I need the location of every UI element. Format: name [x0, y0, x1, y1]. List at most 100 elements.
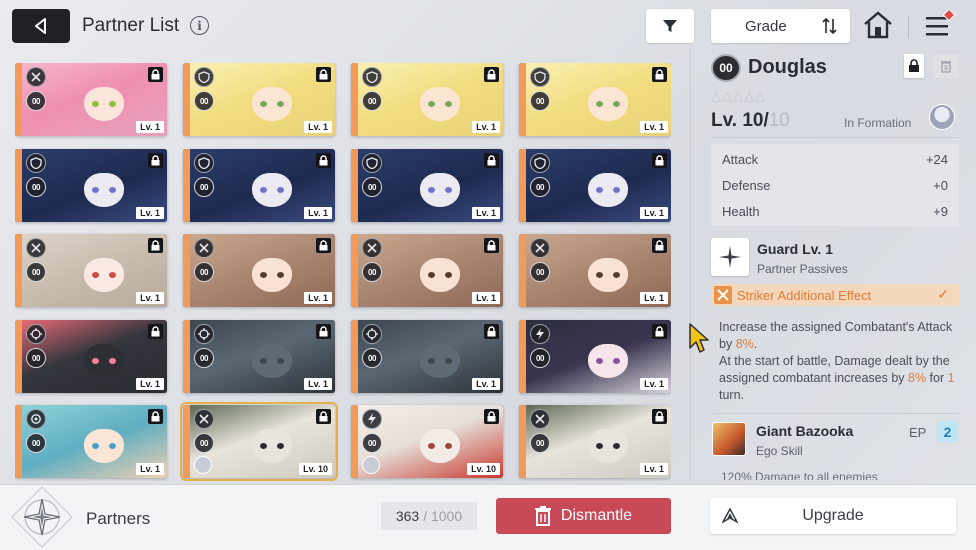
partner-card[interactable]: 00 Lv. 1	[183, 63, 335, 136]
rarity-stripe	[15, 63, 22, 136]
partner-card[interactable]: 00 Lv. 1	[519, 320, 671, 393]
partner-card[interactable]: 00 Lv. 1	[183, 234, 335, 307]
partner-type-icon: 00	[530, 91, 550, 111]
lock-icon[interactable]	[148, 153, 163, 168]
defender-class-icon	[530, 67, 550, 87]
defender-class-icon	[362, 67, 382, 87]
lock-icon[interactable]	[484, 324, 499, 339]
caster-class-icon	[362, 409, 382, 429]
partner-card[interactable]: 00 Lv. 10	[180, 402, 338, 481]
partner-card[interactable]: 00 Lv. 1	[351, 320, 503, 393]
striker-class-icon	[530, 238, 550, 258]
hamburger-menu-icon	[926, 8, 956, 36]
partner-card[interactable]: 00 Lv. 1	[519, 149, 671, 222]
lock-icon[interactable]	[652, 324, 667, 339]
striker-class-icon	[194, 238, 214, 258]
desc-text: Increase the assigned Combatant's Attack…	[719, 320, 953, 351]
lock-icon[interactable]	[148, 67, 163, 82]
home-icon	[864, 11, 892, 39]
striker-class-icon	[362, 238, 382, 258]
lock-icon[interactable]	[316, 67, 331, 82]
info-icon[interactable]: i	[190, 16, 209, 35]
dismantle-button[interactable]: Dismantle	[496, 498, 671, 534]
lock-icon[interactable]	[316, 409, 331, 424]
ranger-class-icon	[26, 324, 46, 344]
lock-icon[interactable]	[484, 238, 499, 253]
partner-type-icon: 00	[362, 91, 382, 111]
back-button[interactable]	[12, 9, 70, 43]
stat-value: +0	[933, 178, 948, 193]
dismantle-label: Dismantle	[560, 507, 633, 524]
striker-class-icon	[26, 238, 46, 258]
compass-emblem-icon	[11, 486, 73, 548]
filter-button[interactable]	[646, 9, 694, 43]
ep-value: 2	[937, 421, 958, 442]
upgrade-arrow-icon	[722, 508, 738, 524]
partner-card[interactable]: 00 Lv. 1	[519, 405, 671, 478]
partner-card[interactable]: 00 Lv. 1	[351, 234, 503, 307]
partner-card[interactable]: 00 Lv. 1	[15, 405, 167, 478]
card-level: Lv. 1	[136, 207, 164, 219]
partner-card[interactable]: 00 Lv. 1	[519, 234, 671, 307]
lock-icon[interactable]	[148, 324, 163, 339]
lock-icon[interactable]	[316, 153, 331, 168]
partner-card[interactable]: 00 Lv. 10	[351, 405, 503, 478]
passive-skill-icon[interactable]	[711, 238, 749, 276]
partner-card[interactable]: 00 Lv. 1	[351, 63, 503, 136]
ep-label: EP	[909, 425, 927, 440]
ego-skill-icon[interactable]	[712, 422, 746, 456]
lock-icon[interactable]	[484, 153, 499, 168]
sort-grade-button[interactable]: Grade	[711, 9, 850, 43]
lock-icon[interactable]	[148, 238, 163, 253]
card-level: Lv. 1	[472, 378, 500, 390]
partner-card[interactable]: 00 Lv. 1	[183, 149, 335, 222]
lock-icon[interactable]	[484, 409, 499, 424]
partner-card[interactable]: 00 Lv. 1	[183, 320, 335, 393]
partner-card[interactable]: 00 Lv. 1	[15, 234, 167, 307]
lock-icon[interactable]	[316, 238, 331, 253]
card-level: Lv. 1	[304, 121, 332, 133]
lock-button[interactable]	[904, 54, 924, 78]
partner-detail-panel: 00 Douglas △△△△△ Lv. 10/10 In Formation …	[690, 48, 976, 480]
rarity-stripe	[351, 149, 358, 222]
formation-label: In Formation	[844, 116, 912, 130]
sort-order-icon[interactable]	[820, 16, 840, 36]
partner-card[interactable]: 00 Lv. 1	[351, 149, 503, 222]
passive-description: Increase the assigned Combatant's Attack…	[719, 320, 955, 402]
card-level: Lv. 1	[136, 378, 164, 390]
filter-icon	[663, 20, 677, 32]
lock-icon[interactable]	[652, 238, 667, 253]
partner-card[interactable]: 00 Lv. 1	[519, 63, 671, 136]
lock-icon[interactable]	[316, 324, 331, 339]
lock-icon[interactable]	[148, 409, 163, 424]
grade-label: Grade	[745, 18, 787, 35]
lock-icon[interactable]	[652, 67, 667, 82]
rarity-stripe	[15, 320, 22, 393]
delete-button[interactable]	[933, 54, 959, 78]
partner-name: Douglas	[748, 56, 827, 78]
star-burst-icon	[719, 246, 741, 268]
striker-class-icon	[530, 409, 550, 429]
home-button[interactable]	[862, 10, 898, 42]
page-title: Partner List	[82, 15, 180, 36]
upgrade-button[interactable]: Upgrade	[710, 498, 956, 534]
stat-defense: Defense +0	[722, 178, 948, 193]
card-level: Lv. 10	[467, 463, 500, 475]
rarity-stripe	[15, 234, 22, 307]
menu-button[interactable]	[922, 8, 958, 42]
support-class-icon	[26, 409, 46, 429]
trash-icon	[534, 506, 551, 526]
stat-value: +9	[933, 204, 948, 219]
lock-icon[interactable]	[484, 67, 499, 82]
rarity-stripe	[351, 320, 358, 393]
partner-card[interactable]: 00 Lv. 1	[15, 63, 167, 136]
rarity-stripe	[183, 149, 190, 222]
formation-avatar[interactable]	[929, 104, 955, 130]
partner-card[interactable]: 00 Lv. 1	[15, 149, 167, 222]
lock-icon[interactable]	[652, 409, 667, 424]
defender-class-icon	[362, 153, 382, 173]
lock-icon[interactable]	[652, 153, 667, 168]
partner-type-icon: 00	[26, 348, 46, 368]
card-level: Lv. 1	[304, 292, 332, 304]
partner-card[interactable]: 00 Lv. 1	[15, 320, 167, 393]
